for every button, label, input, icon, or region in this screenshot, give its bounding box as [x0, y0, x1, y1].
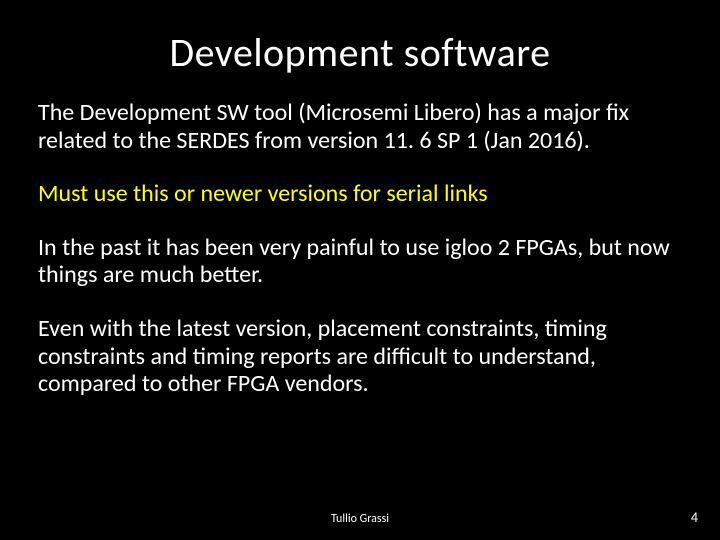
slide: Development software The Development SW …: [0, 0, 720, 540]
paragraph-4: Even with the latest version, placement …: [38, 315, 682, 398]
paragraph-1: The Development SW tool (Microsemi Liber…: [38, 99, 682, 154]
footer-author: Tullio Grassi: [0, 512, 720, 526]
slide-title: Development software: [38, 28, 682, 77]
paragraph-3: In the past it has been very painful to …: [38, 234, 682, 289]
paragraph-2-highlight: Must use this or newer versions for seri…: [38, 180, 682, 208]
footer-page-number: 4: [691, 509, 698, 526]
